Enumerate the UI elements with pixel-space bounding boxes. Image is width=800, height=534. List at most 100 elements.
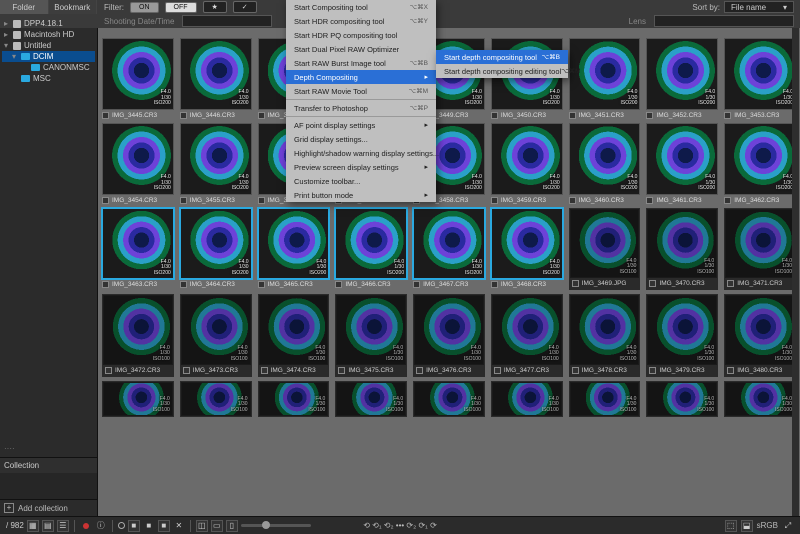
thumbnail-cell[interactable]: F4.01/30ISO100IMG_3469.JPG — [569, 208, 641, 291]
thumbnail-image[interactable]: F4.01/30ISO100 — [647, 382, 717, 416]
thumbnail-checkbox[interactable] — [102, 112, 109, 119]
thumbnail-cell[interactable]: F4.01/30ISO200IMG_3451.CR3 — [569, 38, 641, 119]
thumbnail-cell[interactable]: F4.01/30ISO100IMG_3481.CR3 — [102, 381, 174, 417]
thumbnail-image[interactable]: F4.01/30ISO200 — [180, 208, 252, 280]
mark-2-button[interactable]: ■ — [143, 520, 155, 532]
thumbnail-checkbox[interactable] — [724, 112, 731, 119]
thumbnail-checkbox[interactable] — [646, 112, 653, 119]
thumbnail-checkbox[interactable] — [491, 112, 498, 119]
menu-item[interactable]: AF point display settings▸ — [286, 118, 436, 132]
thumbnail-cell[interactable]: F4.01/30ISO100IMG_3475.CR3 — [335, 294, 407, 377]
thumbnail-cell[interactable]: F4.01/30ISO200IMG_3462.CR3 — [724, 123, 796, 204]
view-grid2-button[interactable]: ▤ — [42, 520, 54, 532]
thumbnail-checkbox[interactable] — [102, 281, 109, 288]
expand-icon[interactable]: ⤢ — [782, 520, 794, 532]
vertical-scrollbar[interactable] — [792, 28, 799, 516]
filter-star-all[interactable]: ★ — [203, 1, 227, 13]
thumbnail-image[interactable]: F4.01/30ISO200 — [102, 38, 174, 110]
thumbnail-image[interactable]: F4.01/30ISO100 — [647, 295, 717, 365]
mark-3-button[interactable]: ■ — [158, 520, 170, 532]
thumbnail-cell[interactable]: F4.01/30ISO100IMG_3470.CR3 — [646, 208, 718, 291]
thumbnail-image[interactable]: F4.01/30ISO200 — [180, 123, 252, 195]
thumbnail-cell[interactable]: F4.01/30ISO200IMG_3454.CR3 — [102, 123, 174, 204]
collection-header[interactable]: Collection — [0, 457, 97, 473]
thumbnail-image[interactable]: F4.01/30ISO100 — [725, 382, 795, 416]
thumbnail-cell[interactable]: F4.01/30ISO100IMG_3478.CR3 — [569, 294, 641, 377]
thumbnail-checkbox[interactable] — [646, 197, 653, 204]
thumbnail-checkbox[interactable] — [261, 367, 268, 374]
menu-item[interactable]: Highlight/shadow warning display setting… — [286, 146, 436, 160]
thumbnail-image[interactable]: F4.01/30ISO200 — [491, 123, 563, 195]
thumbnail-checkbox[interactable] — [338, 367, 345, 374]
thumbnail-image[interactable]: F4.01/30ISO100 — [414, 382, 484, 416]
thumbnail-cell[interactable]: F4.01/30ISO200IMG_3460.CR3 — [569, 123, 641, 204]
thumbnail-cell[interactable]: F4.01/30ISO100IMG_3479.CR3 — [646, 294, 718, 377]
thumbnail-cell[interactable]: F4.01/30ISO100IMG_3480.CR3 — [724, 294, 796, 377]
thumbnail-cell[interactable]: F4.01/30ISO200IMG_3459.CR3 — [491, 123, 563, 204]
menu-item[interactable]: Transfer to Photoshop⌥⌘P — [286, 101, 436, 115]
menu-item[interactable]: Grid display settings... — [286, 132, 436, 146]
tab-folder[interactable]: Folder — [0, 0, 49, 14]
menu-item[interactable]: Start RAW Movie Tool⌥⌘M — [286, 84, 436, 98]
layout-2-button[interactable]: ▭ — [211, 520, 223, 532]
thumbnail-checkbox[interactable] — [258, 112, 265, 119]
add-collection-button[interactable]: + Add collection — [0, 499, 97, 516]
thumbnail-image[interactable]: F4.01/30ISO200 — [724, 123, 796, 195]
thumbnail-image[interactable]: F4.01/30ISO100 — [414, 295, 484, 365]
thumbnail-cell[interactable]: F4.01/30ISO100IMG_3473.CR3 — [180, 294, 252, 377]
thumbnail-checkbox[interactable] — [180, 112, 187, 119]
shooting-date-dropdown[interactable] — [182, 15, 272, 27]
thumbnail-image[interactable]: F4.01/30ISO100 — [725, 209, 795, 279]
filter-check[interactable]: ✓ — [233, 1, 257, 13]
thumbnail-cell[interactable]: F4.01/30ISO100IMG_3483.CR3 — [258, 381, 330, 417]
context-menu[interactable]: Start Compositing tool⌥⌘XStart HDR compo… — [286, 0, 436, 202]
tree-item-untitled[interactable]: ▾Untitled — [2, 40, 95, 51]
submenu-item[interactable]: Start depth compositing tool⌥⌘B — [436, 50, 568, 64]
menu-item[interactable]: Start RAW Burst Image tool⌥⌘B — [286, 56, 436, 70]
view-list-button[interactable]: ☰ — [57, 520, 69, 532]
thumbnail-cell[interactable]: F4.01/30ISO200IMG_3465.CR3 — [258, 208, 330, 291]
thumbnail-cell[interactable]: F4.01/30ISO200IMG_3455.CR3 — [180, 123, 252, 204]
info-icon[interactable]: ⓘ — [95, 520, 107, 532]
thumbnail-checkbox[interactable] — [491, 197, 498, 204]
context-submenu[interactable]: Start depth compositing tool⌥⌘BStart dep… — [436, 50, 568, 78]
mark-1-button[interactable]: ■ — [128, 520, 140, 532]
thumbnail-checkbox[interactable] — [572, 280, 579, 287]
thumbnail-image[interactable]: F4.01/30ISO200 — [646, 38, 718, 110]
view-grid-button[interactable]: ▦ — [27, 520, 39, 532]
thumbnail-checkbox[interactable] — [180, 281, 187, 288]
thumbnail-image[interactable]: F4.01/30ISO200 — [180, 38, 252, 110]
thumbnail-cell[interactable]: F4.01/30ISO100IMG_3476.CR3 — [413, 294, 485, 377]
thumbnail-cell[interactable]: F4.01/30ISO100IMG_3482.CR3 — [180, 381, 252, 417]
thumbnail-cell[interactable]: F4.01/30ISO200IMG_3467.CR3 — [413, 208, 485, 291]
layout-1-button[interactable]: ◫ — [196, 520, 208, 532]
thumbnail-checkbox[interactable] — [102, 197, 109, 204]
rotate-controls[interactable]: ⟲ ⟲₁ ⟲₂ ••• ⟳₂ ⟳₁ ⟳ — [363, 521, 437, 530]
thumbnail-image[interactable]: F4.01/30ISO200 — [413, 208, 485, 280]
thumbnail-cell[interactable]: F4.01/30ISO100IMG_3471.CR3 — [724, 208, 796, 291]
thumbnail-cell[interactable]: F4.01/30ISO200IMG_3464.CR3 — [180, 208, 252, 291]
thumbnail-image[interactable]: F4.01/30ISO100 — [647, 209, 717, 279]
thumbnail-cell[interactable]: F4.01/30ISO200IMG_3445.CR3 — [102, 38, 174, 119]
thumbnail-image[interactable]: F4.01/30ISO100 — [492, 295, 562, 365]
histogram-button[interactable]: ⬚ — [725, 520, 737, 532]
thumbnail-checkbox[interactable] — [494, 367, 501, 374]
thumbnail-checkbox[interactable] — [335, 281, 342, 288]
menu-item[interactable]: Print button mode▸ — [286, 188, 436, 202]
tree-item-macintosh-hd[interactable]: ▸Macintosh HD — [2, 29, 95, 40]
thumbnail-cell[interactable]: F4.01/30ISO100IMG_3485.CR3 — [413, 381, 485, 417]
thumbnail-image[interactable]: F4.01/30ISO100 — [103, 382, 173, 416]
menu-item[interactable]: Depth Compositing▸ — [286, 70, 436, 84]
thumbnail-checkbox[interactable] — [569, 112, 576, 119]
thumbnail-checkbox[interactable] — [183, 367, 190, 374]
thumbnail-image[interactable]: F4.01/30ISO200 — [102, 123, 174, 195]
thumbnail-cell[interactable]: F4.01/30ISO100IMG_3484.CR3 — [335, 381, 407, 417]
menu-item[interactable]: Start HDR compositing tool⌥⌘Y — [286, 14, 436, 28]
thumbnail-cell[interactable]: F4.01/30ISO100IMG_3474.CR3 — [258, 294, 330, 377]
tree-item-dpp4.18.1[interactable]: ▸DPP4.18.1 — [2, 18, 95, 29]
thumbnail-cell[interactable]: F4.01/30ISO200IMG_3466.CR3 — [335, 208, 407, 291]
thumbnail-image[interactable]: F4.01/30ISO100 — [103, 295, 173, 365]
thumbnail-image[interactable]: F4.01/30ISO200 — [569, 123, 641, 195]
menu-item[interactable]: Start Compositing tool⌥⌘X — [286, 0, 436, 14]
thumbnail-size-slider[interactable] — [241, 524, 311, 527]
